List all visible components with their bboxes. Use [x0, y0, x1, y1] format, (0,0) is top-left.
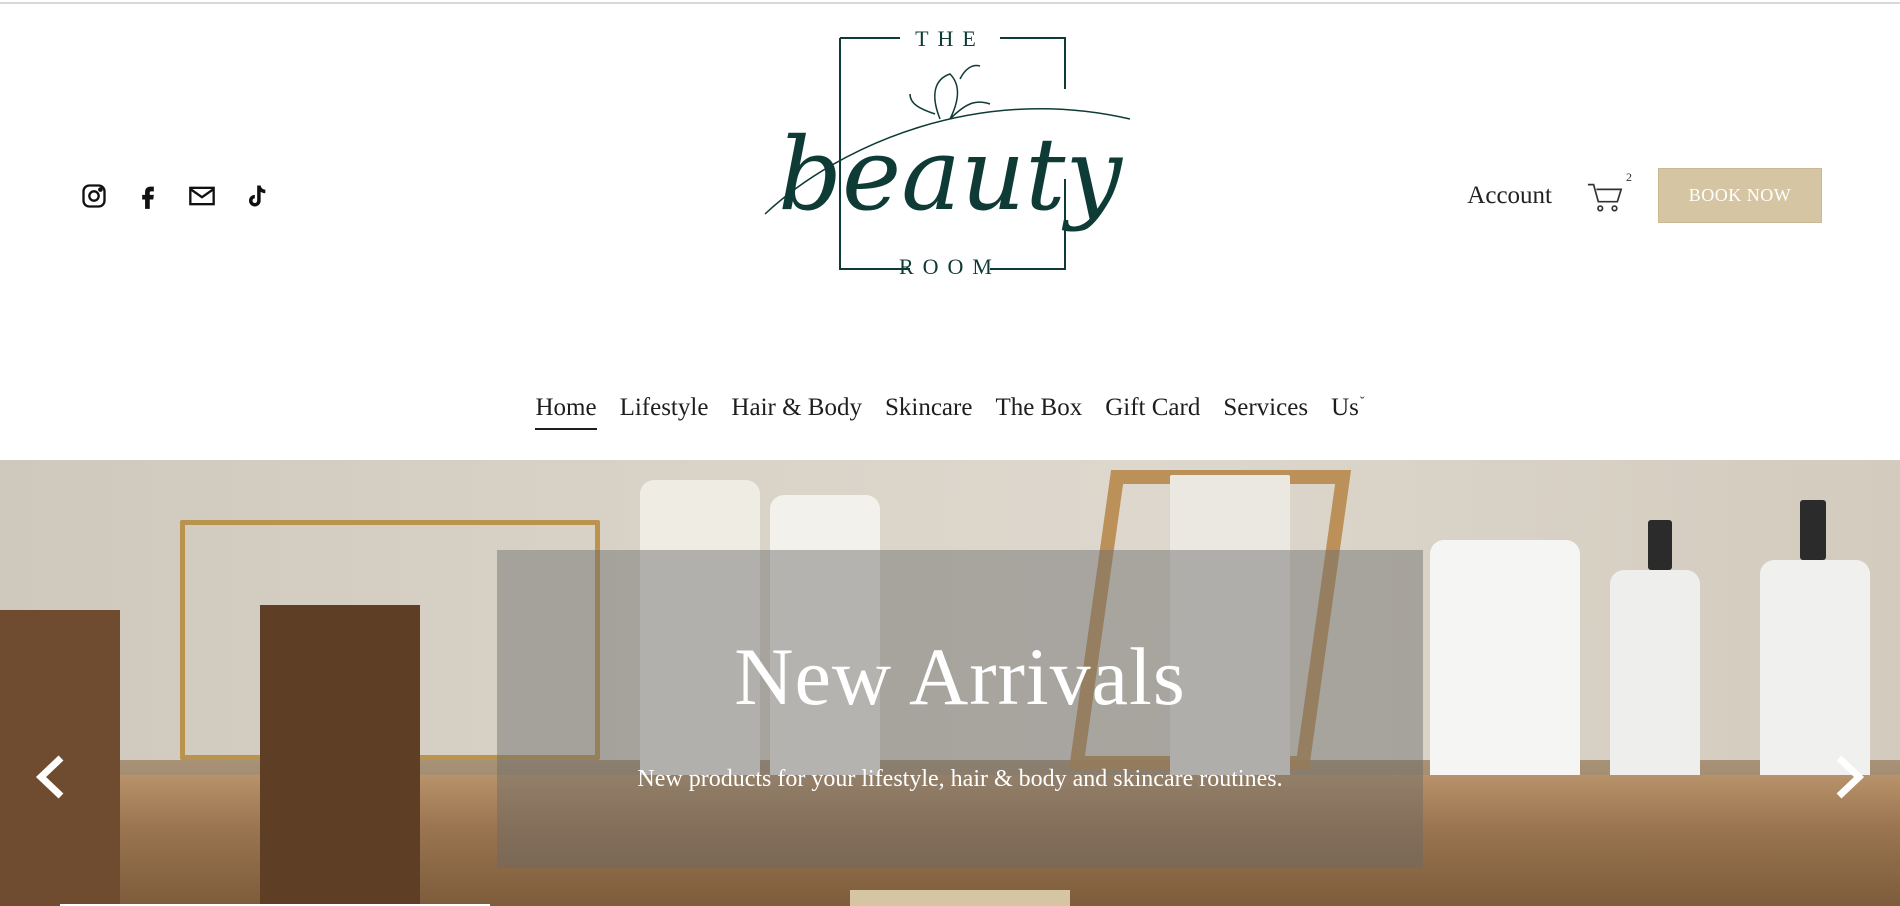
slide-indicator[interactable] [850, 890, 1070, 906]
cart-icon [1587, 183, 1623, 211]
nav-item-skincare[interactable]: Skincare [885, 394, 972, 430]
mail-icon[interactable] [186, 180, 218, 212]
slide-prev-button[interactable] [30, 753, 70, 801]
cart-count-badge: 2 [1626, 169, 1632, 184]
nav-item-home[interactable]: Home [535, 394, 597, 430]
nav-item-services[interactable]: Services [1223, 394, 1308, 430]
logo-mark: beauty [764, 37, 1131, 270]
chevron-right-icon [1836, 755, 1865, 799]
hero-title: New Arrivals [734, 631, 1186, 722]
nav-item-us-label: Us [1331, 394, 1359, 421]
facebook-icon[interactable] [132, 180, 164, 212]
logo-script-word: beauty [778, 116, 1123, 233]
header-actions: Account 2 BOOK NOW [1467, 168, 1822, 223]
cart-button[interactable]: 2 [1586, 170, 1632, 214]
hero-product-bottle [1430, 540, 1580, 790]
slide-next-button[interactable] [1830, 753, 1870, 801]
nav-item-gift-card[interactable]: Gift Card [1105, 394, 1200, 430]
chevron-down-icon: ˇ [1359, 394, 1365, 410]
nav-item-hair-body[interactable]: Hair & Body [731, 394, 862, 430]
nav-item-us[interactable]: Usˇ [1331, 394, 1364, 430]
hero-product-spray-cap [1648, 520, 1672, 570]
nav-item-the-box[interactable]: The Box [995, 394, 1082, 430]
tiktok-icon[interactable] [240, 180, 272, 212]
chevron-left-icon [35, 755, 64, 799]
main-nav: Home Lifestyle Hair & Body Skincare The … [0, 394, 1900, 430]
book-now-button[interactable]: BOOK NOW [1658, 168, 1822, 223]
hero-product-spray-cap [1800, 500, 1826, 560]
account-link[interactable]: Account [1467, 182, 1552, 210]
hero-subtitle: New products for your lifestyle, hair & … [637, 766, 1283, 792]
top-border [0, 2, 1900, 4]
hero-product-bottle [1610, 570, 1700, 790]
social-links [78, 180, 272, 212]
hero-slideshow: New Arrivals New products for your lifes… [0, 460, 1900, 906]
logo-bottom-word: ROOM [898, 254, 1001, 279]
hero-wood-block [260, 605, 420, 906]
brand-logo[interactable]: THE beauty ROOM [760, 24, 1140, 284]
nav-item-lifestyle[interactable]: Lifestyle [620, 394, 709, 430]
instagram-icon[interactable] [78, 180, 110, 212]
